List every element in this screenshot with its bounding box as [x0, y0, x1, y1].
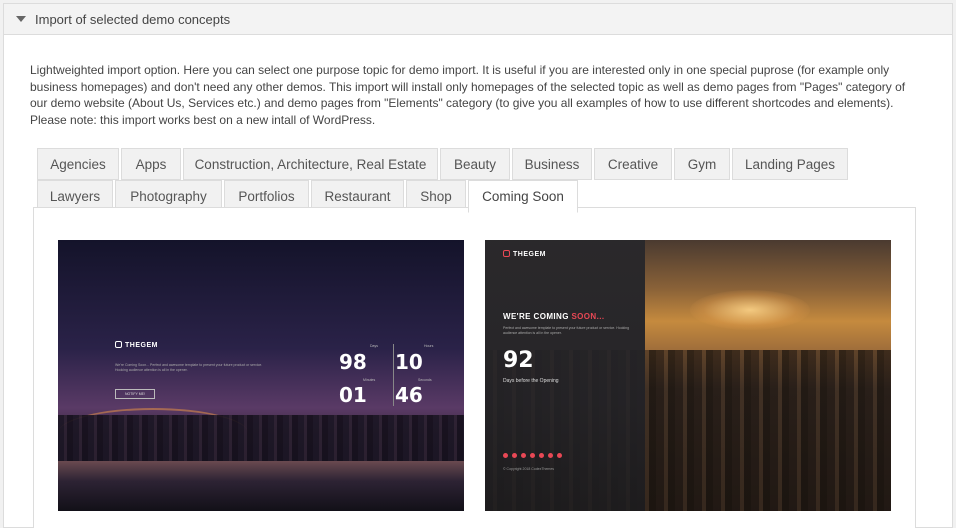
demo-footer: © Copyright 2018 CodexThemes — [503, 467, 555, 471]
tab-construction[interactable]: Construction, Architecture, Real Estate — [183, 148, 438, 180]
tab-coming-soon[interactable]: Coming Soon — [468, 180, 578, 213]
counter-seconds: 46 — [395, 383, 423, 407]
tab-landing-pages[interactable]: Landing Pages — [732, 148, 848, 180]
counter-hours-label: Hours — [424, 344, 434, 348]
counter-hours: 10 — [395, 350, 423, 374]
demo-heading-accent: SOON... — [571, 312, 605, 321]
gem-logo-icon — [503, 250, 510, 257]
tab-business[interactable]: Business — [512, 148, 592, 180]
social-icon — [548, 453, 553, 458]
demo-logo: THEGEM — [115, 341, 158, 349]
gem-logo-icon — [115, 341, 122, 348]
water-reflection-graphic — [58, 461, 464, 511]
panel-description: Lightweighted import option. Here you ca… — [30, 63, 906, 127]
tab-creative[interactable]: Creative — [594, 148, 672, 180]
counter-divider — [393, 344, 394, 406]
demo-logo-text: THEGEM — [513, 251, 546, 258]
tab-apps[interactable]: Apps — [121, 148, 181, 180]
demo-thumbnail-coming-soon-2[interactable]: THEGEM WE'RE COMING SOON... Perfect and … — [485, 240, 891, 511]
demo-logo: THEGEM — [503, 250, 546, 258]
social-icon — [512, 453, 517, 458]
demo-thumbnail-coming-soon-1[interactable]: THEGEM We're Coming Soon... Perfect and … — [58, 240, 464, 511]
demo-heading-main: WE'RE COMING — [503, 312, 572, 321]
social-icon — [557, 453, 562, 458]
notify-button: NOTIFY ME! — [115, 389, 155, 399]
counter-minutes: 01 — [339, 383, 367, 407]
counter-minutes-label: Minutes — [363, 378, 376, 382]
social-icon — [539, 453, 544, 458]
days-counter-label: Days before the Opening — [503, 378, 559, 384]
counter-days: 98 — [339, 350, 367, 374]
tab-content-coming-soon: THEGEM We're Coming Soon... Perfect and … — [33, 207, 916, 528]
days-counter: 92 — [503, 348, 534, 373]
demo-copy: We're Coming Soon... Perfect and awesome… — [115, 363, 263, 372]
panel-title: Import of selected demo concepts — [35, 11, 231, 27]
tab-agencies[interactable]: Agencies — [37, 148, 119, 180]
caret-down-icon[interactable] — [16, 16, 26, 22]
panel-header[interactable]: Import of selected demo concepts — [4, 4, 952, 35]
counter-seconds-label: Seconds — [418, 378, 432, 382]
demo-heading: WE'RE COMING SOON... — [503, 312, 604, 321]
tab-beauty[interactable]: Beauty — [440, 148, 510, 180]
demo-logo-text: THEGEM — [125, 342, 158, 349]
demo-copy: Perfect and awesome template to present … — [503, 326, 630, 335]
sun-glow-graphic — [690, 290, 810, 330]
social-icon — [521, 453, 526, 458]
social-icon — [503, 453, 508, 458]
social-icons — [503, 453, 562, 458]
city-skyline-graphic — [58, 415, 464, 461]
social-icon — [530, 453, 535, 458]
tab-gym[interactable]: Gym — [674, 148, 730, 180]
counter-days-label: Days — [370, 344, 378, 348]
